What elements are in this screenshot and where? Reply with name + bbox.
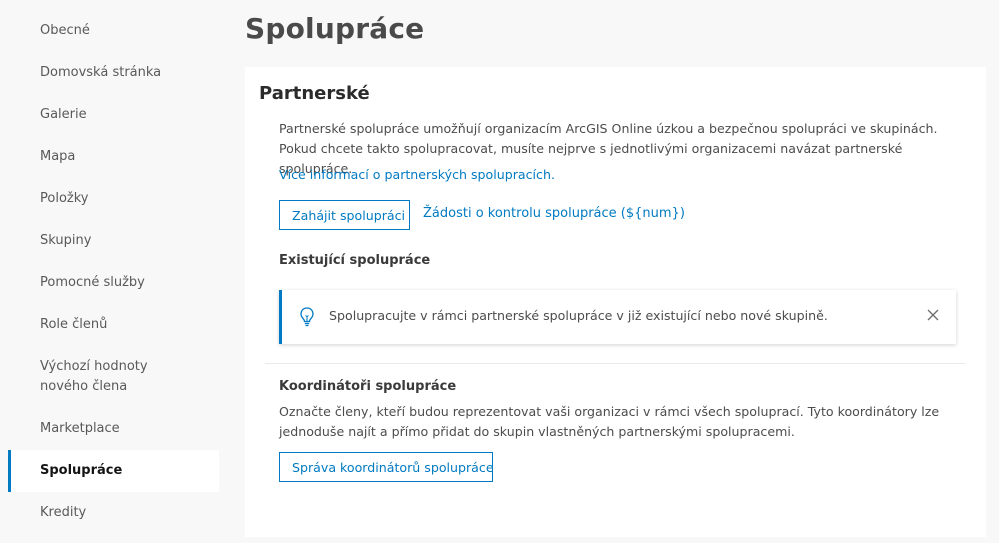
sidebar-item-items[interactable]: Položky [8, 178, 219, 220]
coordinators-description: Označte členy, kteří budou reprezentovat… [279, 404, 940, 439]
review-requests-link[interactable]: Žádosti o kontrolu spolupráce (${num}) [423, 206, 685, 221]
sidebar-item-gallery[interactable]: Galerie [8, 94, 219, 136]
sidebar-item-collaboration[interactable]: Spolupráce [8, 450, 219, 492]
sidebar-item-map[interactable]: Mapa [8, 136, 219, 178]
more-info-link[interactable]: Více informací o partnerských spoluprací… [279, 167, 555, 182]
lightbulb-icon [298, 306, 316, 328]
existing-collaborations-title: Existující spolupráce [279, 253, 431, 268]
section-divider [265, 363, 966, 364]
page-title: Spolupráce [245, 12, 425, 45]
sidebar-item-home-page[interactable]: Domovská stránka [8, 52, 219, 94]
settings-sidebar: Obecné Domovská stránka Galerie Mapa Pol… [8, 10, 219, 543]
sidebar-item-marketplace[interactable]: Marketplace [8, 408, 219, 450]
info-notice: Spolupracujte v rámci partnerské spolupr… [279, 290, 956, 344]
sidebar-item-credits[interactable]: Kredity [8, 492, 219, 534]
partner-section-title: Partnerské [259, 83, 370, 104]
sidebar-item-utility-services[interactable]: Pomocné služby [8, 262, 219, 304]
coordinators-title: Koordinátoři spolupráce [279, 379, 457, 394]
close-icon[interactable] [926, 307, 940, 321]
manage-coordinators-button[interactable]: Správa koordinátorů spolupráce [279, 452, 494, 482]
start-collaboration-button[interactable]: Zahájit spolupráci [279, 200, 410, 230]
sidebar-item-member-roles[interactable]: Role členů [8, 304, 219, 346]
sidebar-item-new-member-defaults[interactable]: Výchozí hodnoty nového člena [8, 346, 219, 408]
notice-text: Spolupracujte v rámci partnerské spolupr… [329, 308, 828, 323]
sidebar-item-groups[interactable]: Skupiny [8, 220, 219, 262]
partner-collaboration-panel: Partnerské Partnerské spolupráce umožňuj… [245, 67, 986, 537]
sidebar-item-general[interactable]: Obecné [8, 10, 219, 52]
